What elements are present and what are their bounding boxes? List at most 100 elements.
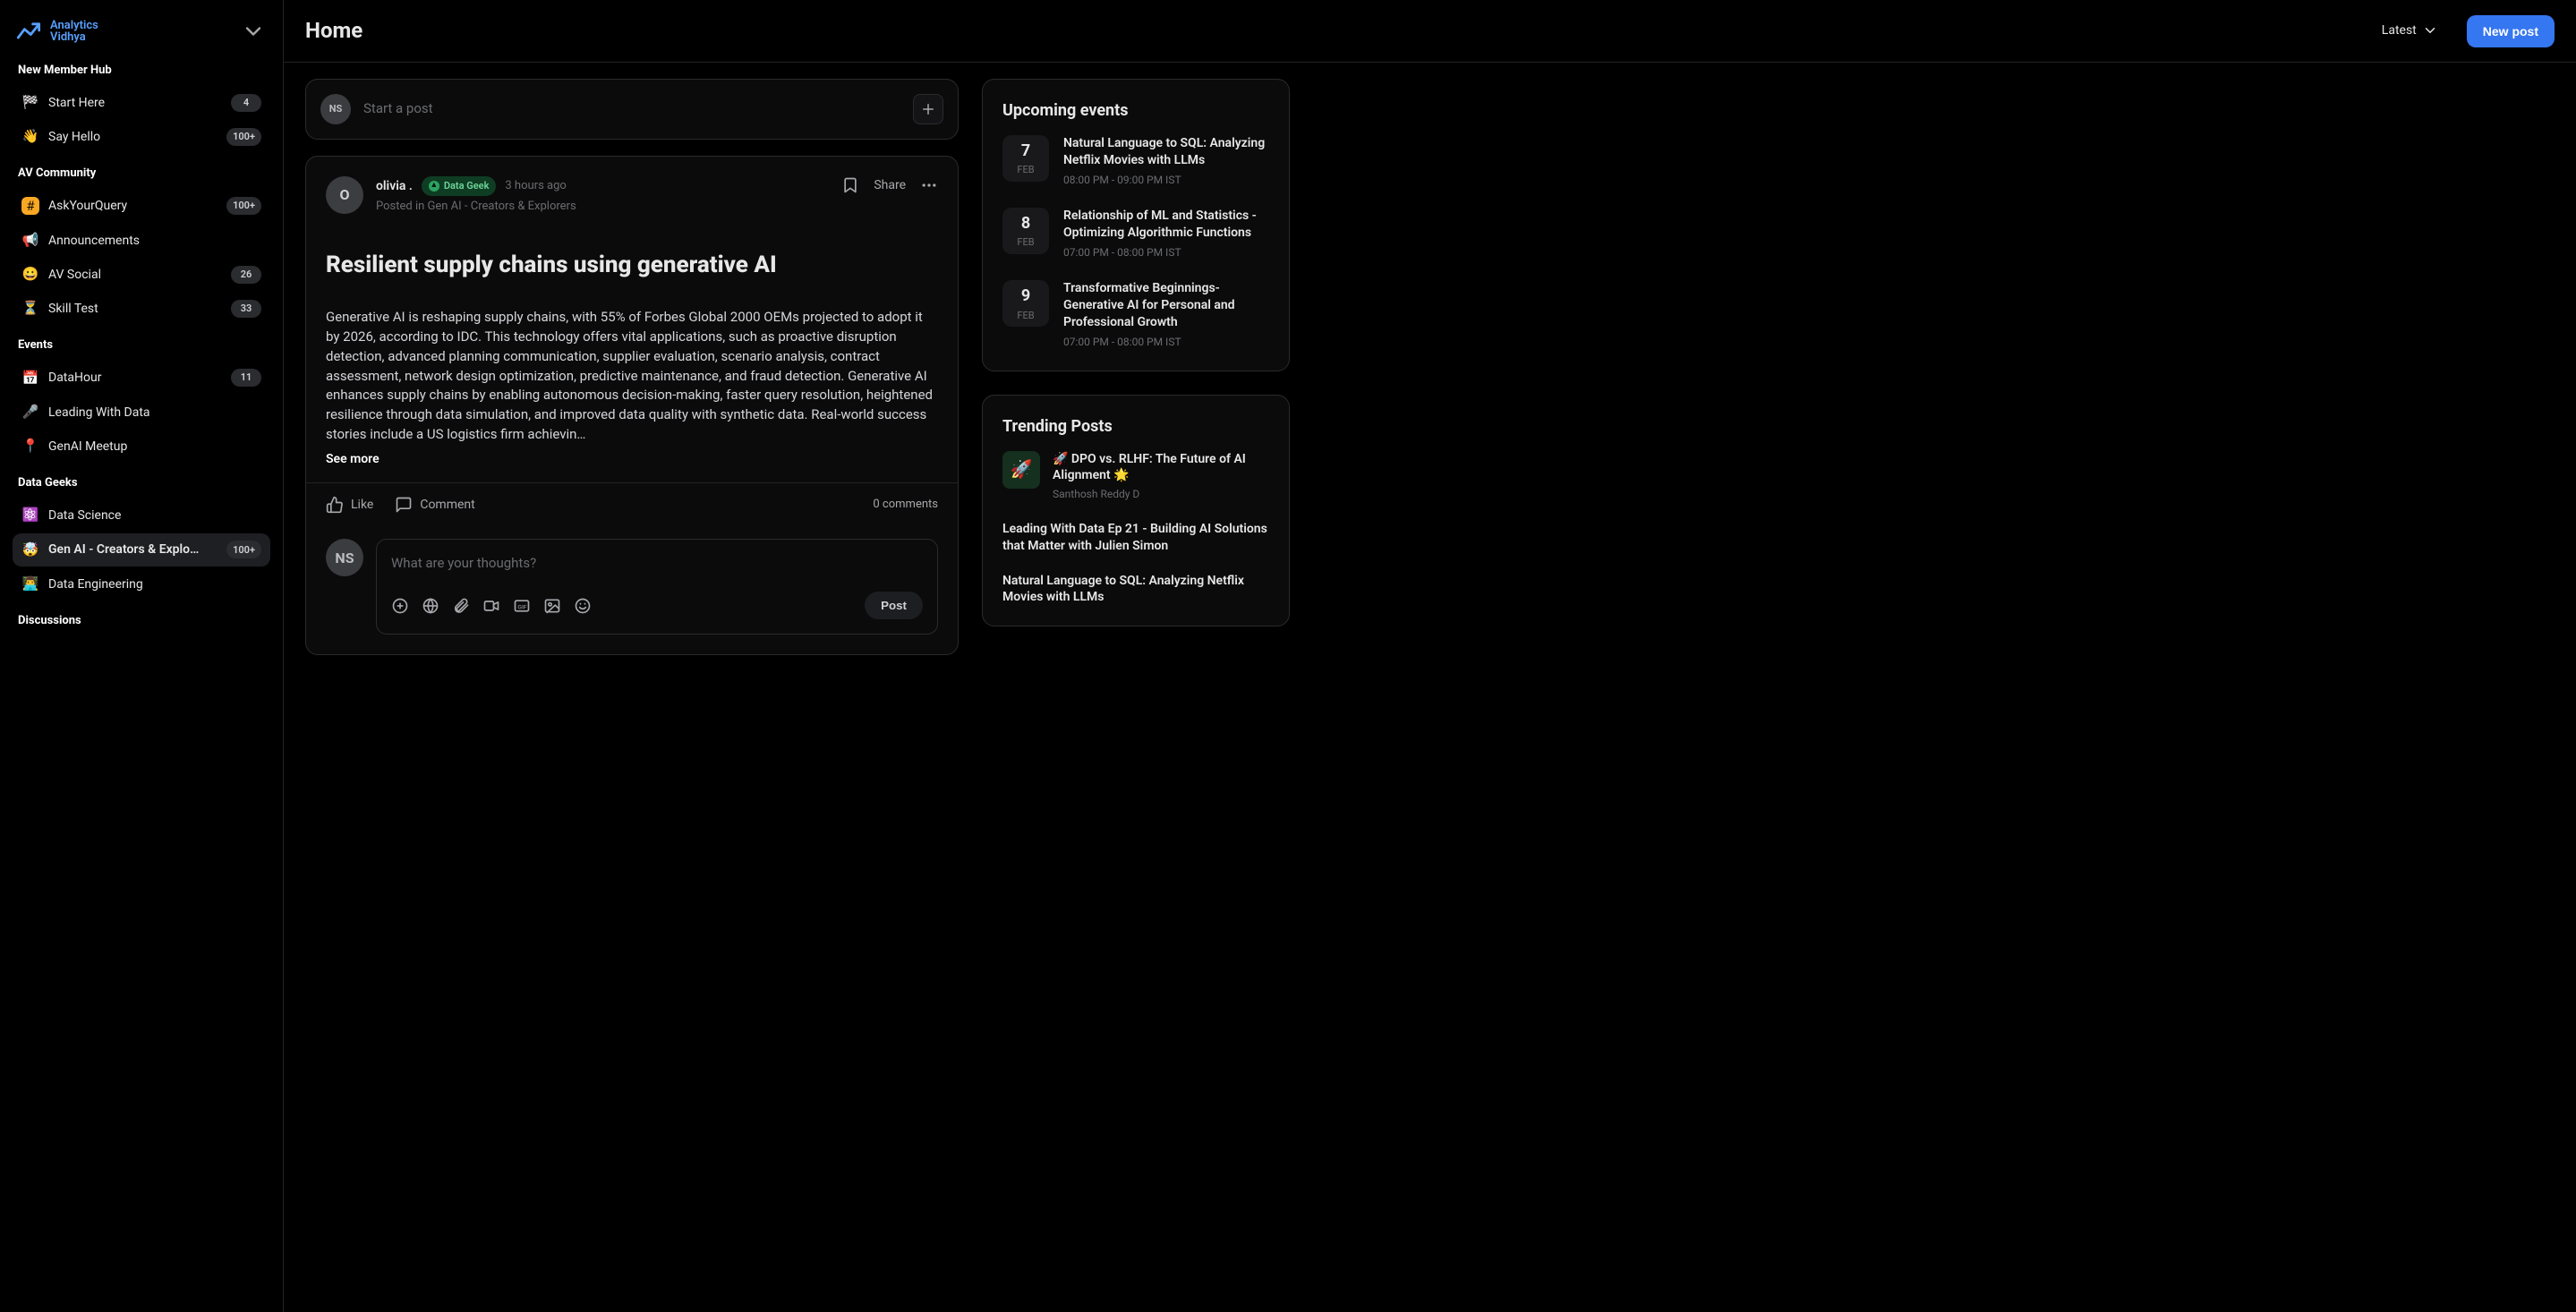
- event-title: Natural Language to SQL: Analyzing Netfl…: [1063, 135, 1269, 169]
- sidebar-item-label: AV Social: [48, 266, 222, 284]
- upcoming-events-card: Upcoming events 7 FEB Natural Language t…: [982, 79, 1290, 371]
- more-icon: [920, 176, 938, 194]
- trending-author: Santhosh Reddy D: [1053, 487, 1269, 502]
- sidebar-item-datahour[interactable]: 📅 DataHour 11: [13, 362, 270, 394]
- comment-icon: [395, 496, 413, 514]
- sidebar-item-genai-meetup[interactable]: 📍 GenAI Meetup: [13, 430, 270, 463]
- right-rail: Upcoming events 7 FEB Natural Language t…: [982, 79, 1290, 655]
- attach-emoji-button[interactable]: [574, 597, 592, 615]
- sidebar-item-askyourquery[interactable]: # AskYourQuery 100+: [13, 190, 270, 222]
- attach-gif-button[interactable]: GIF: [513, 597, 531, 615]
- author-badge: ▲ Data Geek: [422, 176, 497, 196]
- event-title: Relationship of ML and Statistics - Opti…: [1063, 208, 1269, 242]
- sidebar-item-label: DataHour: [48, 369, 222, 387]
- inline-comment: NS What are your thoughts?: [306, 526, 958, 654]
- sidebar-item-gen-ai-creators[interactable]: 🤯 Gen AI - Creators & Explo… 100+: [13, 533, 270, 566]
- trending-posts-card: Trending Posts 🚀 🚀 DPO vs. RLHF: The Fut…: [982, 395, 1290, 627]
- sidebar-item-av-social[interactable]: 😀 AV Social 26: [13, 259, 270, 291]
- attach-link-button[interactable]: [422, 597, 439, 615]
- badge-arrow-icon: ▲: [429, 181, 439, 192]
- attach-image-button[interactable]: [543, 597, 561, 615]
- post-header: O olivia . ▲ Data Geek 3 hours ago: [306, 157, 958, 226]
- main: Home Latest New post NS Start a post: [284, 0, 2576, 1312]
- sidebar-item-data-science[interactable]: ⚛️ Data Science: [13, 499, 270, 532]
- attach-video-button[interactable]: [482, 597, 500, 615]
- card-title: Upcoming events: [1002, 99, 1269, 123]
- card-title: Trending Posts: [1002, 415, 1269, 439]
- count-badge: 100+: [226, 128, 261, 146]
- sidebar-item-start-here[interactable]: 🏁 Start Here 4: [13, 87, 270, 119]
- video-icon: [482, 597, 500, 615]
- count-badge: 100+: [226, 197, 261, 215]
- event-time: 07:00 PM - 08:00 PM IST: [1063, 335, 1269, 350]
- sidebar-item-label: GenAI Meetup: [48, 438, 261, 456]
- sidebar-section-title: Discussions: [18, 613, 265, 630]
- sidebar-item-data-engineering[interactable]: 👨‍💻 Data Engineering: [13, 568, 270, 601]
- brand[interactable]: Analytics Vidhya: [16, 18, 267, 45]
- count-badge: 26: [231, 266, 261, 284]
- globe-icon: [422, 597, 439, 615]
- bookmark-button[interactable]: [841, 176, 859, 194]
- event-item[interactable]: 8 FEB Relationship of ML and Statistics …: [1002, 208, 1269, 260]
- event-item[interactable]: 7 FEB Natural Language to SQL: Analyzing…: [1002, 135, 1269, 188]
- trending-title: Leading With Data Ep 21 - Building AI So…: [1002, 521, 1269, 555]
- count-badge: 4: [231, 94, 261, 112]
- trending-item[interactable]: Natural Language to SQL: Analyzing Netfl…: [1002, 573, 1269, 607]
- brand-logo-icon: [16, 19, 41, 44]
- see-more-button[interactable]: See more: [306, 445, 958, 482]
- comment-button[interactable]: Comment: [395, 496, 474, 514]
- post-author[interactable]: olivia .: [376, 177, 413, 195]
- sidebar-section-title: Data Geeks: [18, 475, 265, 492]
- composer-add-button[interactable]: [913, 94, 943, 124]
- sidebar: Analytics Vidhya New Member Hub 🏁 Start …: [0, 0, 284, 1312]
- comments-count[interactable]: 0 comments: [873, 497, 938, 514]
- like-button[interactable]: Like: [326, 496, 373, 514]
- event-title: Transformative Beginnings- Generative AI…: [1063, 280, 1269, 331]
- svg-text:GIF: GIF: [517, 603, 526, 610]
- trending-title: Natural Language to SQL: Analyzing Netfl…: [1002, 573, 1269, 607]
- plus-icon: [920, 101, 936, 117]
- event-time: 08:00 PM - 09:00 PM IST: [1063, 173, 1269, 188]
- author-avatar[interactable]: O: [326, 176, 363, 214]
- attach-file-button[interactable]: [452, 597, 470, 615]
- sidebar-item-announcements[interactable]: 📢 Announcements: [13, 225, 270, 257]
- chevron-down-icon: [2422, 22, 2438, 38]
- sidebar-section-title: Events: [18, 337, 265, 354]
- post-title[interactable]: Resilient supply chains using generative…: [306, 245, 958, 282]
- gif-icon: GIF: [513, 597, 531, 615]
- share-button[interactable]: Share: [874, 176, 906, 194]
- event-date-chip: 7 FEB: [1002, 135, 1049, 182]
- sidebar-section-title: AV Community: [18, 166, 265, 183]
- attach-generic-button[interactable]: [391, 597, 409, 615]
- sidebar-collapse-button[interactable]: [240, 18, 267, 45]
- sidebar-item-label: Start Here: [48, 94, 222, 112]
- sidebar-item-label: Data Science: [48, 507, 261, 524]
- sidebar-item-leading-with-data[interactable]: 🎤 Leading With Data: [13, 396, 270, 429]
- count-badge: 11: [231, 369, 261, 387]
- page-title: Home: [305, 15, 363, 47]
- comment-textarea[interactable]: What are your thoughts?: [391, 554, 923, 574]
- new-post-button[interactable]: New post: [2467, 15, 2555, 47]
- event-item[interactable]: 9 FEB Transformative Beginnings- Generat…: [1002, 280, 1269, 350]
- wave-icon: 👋: [21, 128, 39, 146]
- count-badge: 33: [231, 300, 261, 318]
- emoji-icon: [574, 597, 592, 615]
- share-label: Share: [874, 176, 906, 194]
- trending-item[interactable]: 🚀 🚀 DPO vs. RLHF: The Future of AI Align…: [1002, 451, 1269, 503]
- trending-item[interactable]: Leading With Data Ep 21 - Building AI So…: [1002, 521, 1269, 555]
- sidebar-item-say-hello[interactable]: 👋 Say Hello 100+: [13, 121, 270, 153]
- trending-thumbnail: 🚀: [1002, 451, 1040, 489]
- flag-icon: 🏁: [21, 94, 39, 112]
- sidebar-item-label: Announcements: [48, 232, 261, 250]
- post-more-button[interactable]: [920, 176, 938, 194]
- paperclip-icon: [452, 597, 470, 615]
- smile-icon: 😀: [21, 266, 39, 284]
- event-date-chip: 8 FEB: [1002, 208, 1049, 254]
- posted-in-link[interactable]: Gen AI - Creators & Explorers: [428, 200, 576, 213]
- comment-post-button[interactable]: Post: [865, 592, 923, 619]
- image-icon: [543, 597, 561, 615]
- sort-dropdown[interactable]: Latest: [2371, 14, 2449, 47]
- hash-icon: #: [21, 197, 39, 215]
- sidebar-item-skill-test[interactable]: ⏳ Skill Test 33: [13, 293, 270, 325]
- composer[interactable]: NS Start a post: [305, 79, 959, 140]
